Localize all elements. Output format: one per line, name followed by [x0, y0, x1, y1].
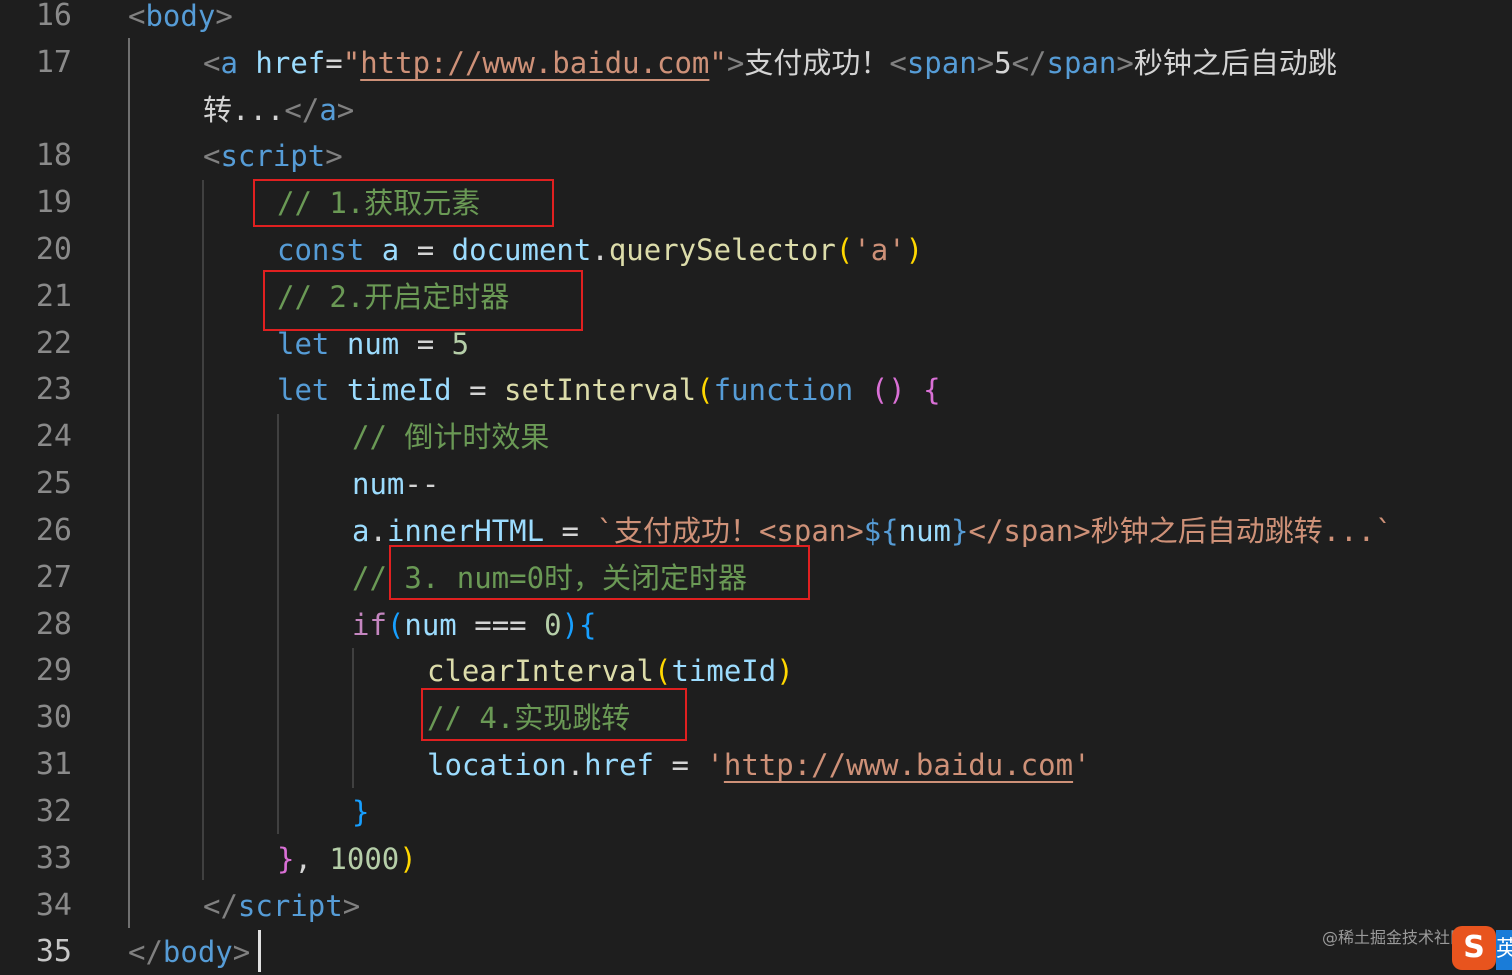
- line-number: 23: [35, 372, 72, 407]
- link-url[interactable]: http://www.baidu.com: [360, 46, 709, 80]
- input-method-icon: 英: [1496, 930, 1512, 970]
- code-line-33: }, 1000): [277, 842, 417, 876]
- line-number: 18: [35, 138, 72, 173]
- code-line-25: num--: [352, 467, 440, 501]
- line-number: 21: [35, 279, 72, 314]
- code-line-23: let timeId = setInterval(function () {: [277, 373, 941, 407]
- indent-guide: [128, 38, 130, 928]
- code-line-35: </body>: [128, 935, 251, 969]
- line-number: 16: [35, 0, 72, 33]
- indent-guide: [352, 648, 354, 788]
- watermark-text: @稀土掘金技术社区: [1322, 928, 1467, 947]
- code-line-17-wrap: 转...</a>: [203, 93, 355, 127]
- line-number: 25: [35, 466, 72, 501]
- code-line-18: <script>: [203, 139, 343, 173]
- code-line-32: }: [352, 795, 370, 829]
- line-number: 26: [35, 513, 72, 548]
- line-number: 28: [35, 607, 72, 642]
- code-line-16: <body>: [128, 0, 233, 33]
- line-number: 31: [35, 747, 72, 782]
- line-number-gutter: 16 17 18 19 20 21 22 23 24 25 26 27 28 2…: [0, 0, 90, 973]
- line-number: 22: [35, 326, 72, 361]
- code-line-20: const a = document.querySelector('a'): [277, 233, 924, 267]
- line-number: 30: [35, 700, 72, 735]
- line-number-active: 35: [35, 934, 72, 969]
- line-number: 32: [35, 794, 72, 829]
- line-number: 24: [35, 419, 72, 454]
- line-number: 34: [35, 888, 72, 923]
- annotation-box-4: [421, 688, 687, 741]
- line-number: 27: [35, 560, 72, 595]
- line-number: 20: [35, 232, 72, 267]
- code-editor[interactable]: 16 17 18 19 20 21 22 23 24 25 26 27 28 2…: [0, 0, 1512, 973]
- code-line-31: location.href = 'http://www.baidu.com': [427, 748, 1091, 782]
- annotation-box-2: [263, 270, 583, 331]
- line-number: 33: [35, 841, 72, 876]
- annotation-box-1: [253, 179, 554, 227]
- text-cursor: [258, 930, 261, 972]
- indent-guide: [277, 414, 279, 834]
- code-line-17: <a href="http://www.baidu.com">支付成功！<spa…: [203, 46, 1337, 80]
- line-number: 19: [35, 185, 72, 220]
- indent-guide: [202, 180, 204, 880]
- sogou-logo-icon: S: [1452, 926, 1496, 970]
- code-line-24: // 倒计时效果: [352, 420, 550, 454]
- redirect-url[interactable]: http://www.baidu.com: [724, 748, 1073, 782]
- line-number: 29: [35, 653, 72, 688]
- annotation-box-3: [389, 545, 810, 600]
- line-number: 17: [35, 45, 72, 80]
- code-line-28: if(num === 0){: [352, 608, 597, 642]
- code-line-34: </script>: [203, 889, 361, 923]
